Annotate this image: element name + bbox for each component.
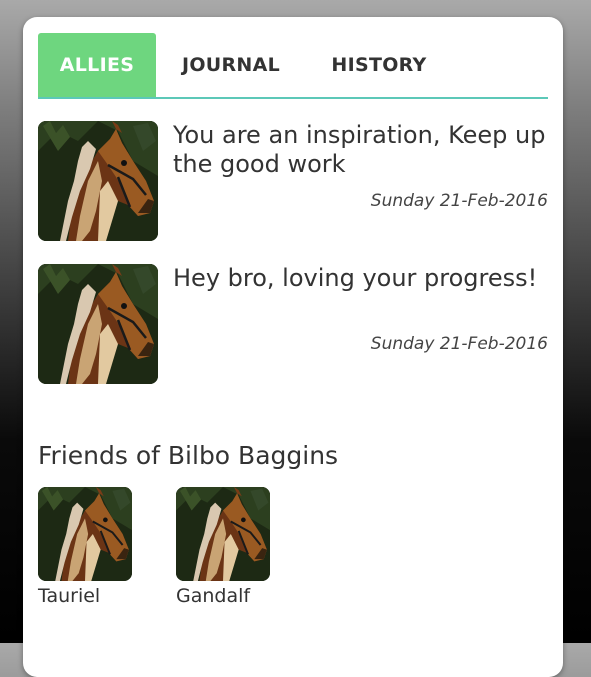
tab-journal[interactable]: JOURNAL — [166, 33, 296, 97]
horse-avatar-icon — [38, 487, 132, 581]
friend-name: Tauriel — [38, 585, 101, 607]
message-text: Hey bro, loving your progress! — [173, 264, 538, 292]
horse-avatar-icon — [38, 121, 158, 241]
friends-title: Friends of Bilbo Baggins — [38, 441, 339, 470]
friend-item-gandalf[interactable]: Gandalf — [176, 487, 271, 607]
message-date: Sunday 21-Feb-2016 — [370, 191, 548, 211]
message-item: Hey bro, loving your progress! Sunday 21… — [38, 264, 548, 384]
friend-name: Gandalf — [176, 585, 251, 607]
horse-avatar-icon[interactable] — [38, 264, 158, 384]
horse-avatar-icon — [176, 487, 270, 581]
horse-avatar-icon[interactable] — [176, 487, 270, 581]
message-text: You are an inspiration, Keep up the good… — [173, 121, 546, 178]
tab-history[interactable]: HISTORY — [314, 33, 444, 97]
horse-avatar-icon[interactable] — [38, 121, 158, 241]
friend-item-tauriel[interactable]: Tauriel — [38, 487, 133, 607]
horse-avatar-icon — [38, 264, 158, 384]
allies-card: ALLIES JOURNAL HISTORY You are an inspir… — [23, 17, 563, 677]
message-date: Sunday 21-Feb-2016 — [370, 334, 548, 354]
message-item: You are an inspiration, Keep up the good… — [38, 121, 548, 241]
tab-bar: ALLIES JOURNAL HISTORY — [38, 33, 548, 99]
tab-allies[interactable]: ALLIES — [38, 33, 156, 97]
horse-avatar-icon[interactable] — [38, 487, 132, 581]
